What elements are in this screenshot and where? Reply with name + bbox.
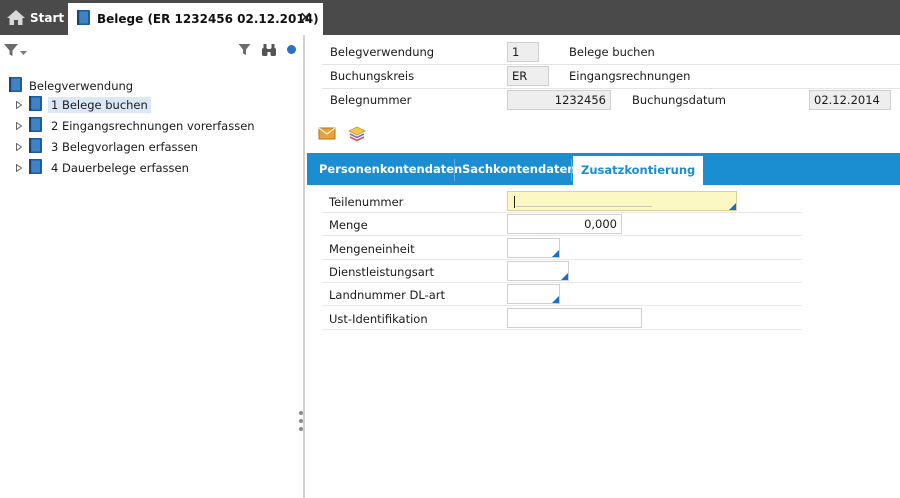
tab-belege[interactable]: Belege (ER 1232456 02.12.2014) ✕ [68, 3, 323, 35]
belegverwendung-label: Belegverwendung [330, 45, 435, 59]
dienstleistungsart-input[interactable] [507, 261, 569, 281]
dropdown-corner-icon [729, 203, 736, 210]
tree-item-label: 3 Belegvorlagen erfassen [51, 140, 198, 154]
book-icon [28, 137, 43, 157]
tree-item-belegvorlagen[interactable]: 3 Belegvorlagen erfassen [14, 138, 201, 156]
landnummer-label: Landnummer DL-art [329, 288, 445, 302]
book-icon [28, 158, 43, 178]
close-icon[interactable]: ✕ [299, 10, 313, 26]
buchungskreis-field: ER [507, 66, 549, 86]
tab-belege-label: Belege (ER 1232456 02.12.2014) [97, 12, 319, 26]
splitter-handle[interactable] [299, 411, 303, 435]
teilenummer-input[interactable]: ________________________ [507, 191, 737, 211]
dienstleistungsart-label: Dienstleistungsart [329, 265, 435, 279]
tab-start-label: Start [30, 10, 65, 25]
expand-arrow-icon[interactable] [14, 100, 24, 110]
buchungskreis-label: Buchungskreis [330, 69, 415, 83]
detail-tabs: Personenkontendaten Sachkontendaten Zusa… [307, 153, 900, 185]
tree-item-belege-buchen[interactable]: 1 Belege buchen [14, 96, 151, 114]
tab-personenkontendaten[interactable]: Personenkontendaten [311, 153, 470, 185]
menge-label: Menge [329, 218, 368, 232]
mail-icon[interactable] [318, 126, 336, 145]
belegverwendung-text: Belege buchen [569, 45, 655, 59]
tree-item-label: 2 Eingangsrechnungen vorerfassen [51, 119, 255, 133]
book-icon [28, 116, 43, 136]
filter-icon [3, 42, 19, 61]
dropdown-corner-icon [561, 273, 568, 280]
tree-item-label: 1 Belege buchen [48, 97, 151, 113]
teilenummer-mask: ________________________ [516, 194, 652, 207]
expand-arrow-icon[interactable] [14, 163, 24, 173]
right-panel: Belegverwendung 1 Belege buchen Buchungs… [307, 35, 900, 498]
book-icon [8, 76, 23, 96]
buchungsdatum-field: 02.12.2014 [809, 90, 891, 110]
status-dot-icon[interactable] [287, 45, 296, 54]
tree-root[interactable]: Belegverwendung [8, 76, 133, 96]
belegverwendung-field: 1 [507, 42, 539, 62]
mengeneinheit-input[interactable] [507, 238, 560, 258]
belegnummer-label: Belegnummer [330, 93, 412, 107]
dropdown-corner-icon [552, 296, 559, 303]
tree-item-eingangsrechnungen[interactable]: 2 Eingangsrechnungen vorerfassen [14, 117, 258, 135]
expand-arrow-icon[interactable] [14, 142, 24, 152]
dropdown-corner-icon [552, 250, 559, 257]
tree-item-label: 4 Dauerbelege erfassen [51, 161, 189, 175]
binoculars-icon[interactable] [261, 43, 277, 60]
book-icon [76, 9, 91, 29]
tab-zusatzkontierung[interactable]: Zusatzkontierung [573, 156, 704, 185]
ust-input[interactable] [507, 308, 642, 328]
tab-bar: Start Belege (ER 1232456 02.12.2014) ✕ [0, 0, 900, 35]
book-icon [28, 95, 43, 115]
home-icon [6, 9, 26, 26]
buchungskreis-text: Eingangsrechnungen [569, 69, 691, 83]
tree-root-label: Belegverwendung [29, 79, 134, 93]
tree-toolbar [0, 35, 303, 65]
chevron-down-icon [20, 45, 27, 59]
menge-input[interactable]: 0,000 [507, 214, 622, 234]
belegnummer-field: 1232456 [507, 90, 611, 110]
ust-label: Ust-Identifikation [329, 312, 428, 326]
left-panel: Belegverwendung 1 Belege buchen 2 Eingan… [0, 35, 305, 498]
teilenummer-label: Teilenummer [329, 195, 404, 209]
tab-sachkontendaten[interactable]: Sachkontendaten [454, 153, 583, 185]
expand-arrow-icon[interactable] [14, 121, 24, 131]
action-toolbar [318, 126, 366, 145]
tree-item-dauerbelege[interactable]: 4 Dauerbelege erfassen [14, 159, 192, 177]
layers-icon[interactable] [348, 126, 366, 145]
filter-icon[interactable] [238, 43, 251, 59]
tab-start[interactable]: Start [0, 0, 66, 35]
landnummer-input[interactable] [507, 284, 560, 304]
mengeneinheit-label: Mengeneinheit [329, 242, 415, 256]
buchungsdatum-label: Buchungsdatum [632, 93, 727, 107]
filter-dropdown[interactable] [3, 42, 27, 61]
